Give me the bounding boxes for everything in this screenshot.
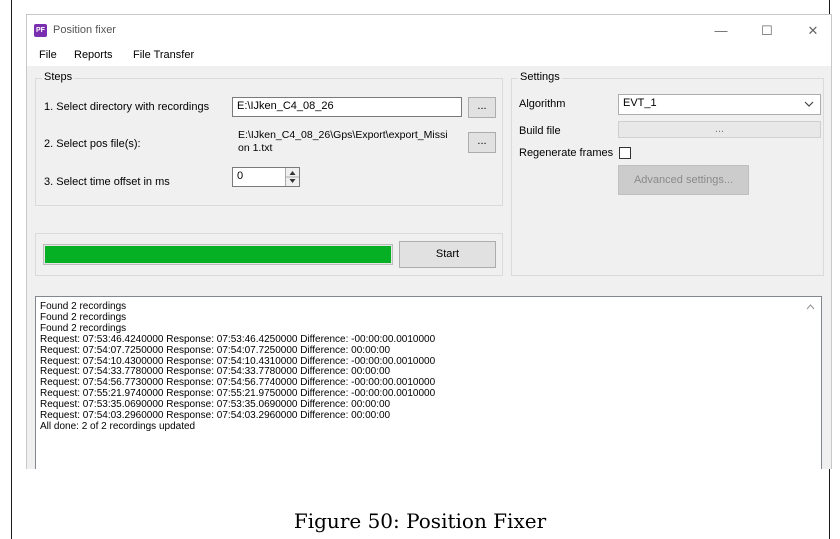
pos-file-path-line2: on 1.txt bbox=[238, 142, 273, 154]
stepper-arrows-icon bbox=[286, 171, 299, 183]
algorithm-label: Algorithm bbox=[519, 98, 566, 110]
steps-group: Steps 1. Select directory with recording… bbox=[35, 71, 503, 206]
page-frame-left bbox=[11, 0, 12, 539]
advanced-settings-button[interactable]: Advanced settings... bbox=[618, 165, 749, 195]
step2-label: 2. Select pos file(s): bbox=[44, 138, 141, 150]
start-button[interactable]: Start bbox=[399, 241, 496, 268]
regenerate-frames-label: Regenerate frames bbox=[519, 147, 614, 159]
minimize-button[interactable]: — bbox=[709, 21, 733, 41]
menu-file-transfer[interactable]: File Transfer bbox=[133, 49, 194, 61]
pos-file-path-line1: E:\IJken_C4_08_26\Gps\Export\export_Miss… bbox=[238, 129, 448, 141]
log-line: Request: 07:54:07.7250000 Response: 07:5… bbox=[40, 344, 391, 356]
menu-bar: File Reports File Transfer bbox=[27, 46, 831, 66]
build-file-label: Build file bbox=[519, 125, 561, 137]
log-output[interactable]: Found 2 recordings Found 2 recordings Foun… bbox=[35, 296, 822, 469]
title-bar: PF Position fixer — ☐ ✕ bbox=[27, 15, 831, 46]
browse-directory-button[interactable]: ... bbox=[468, 97, 496, 118]
settings-group-label: Settings bbox=[518, 71, 562, 83]
algorithm-select[interactable]: EVT_1 bbox=[618, 94, 821, 115]
window-title: Position fixer bbox=[53, 24, 116, 36]
run-group: Start bbox=[35, 233, 503, 276]
step3-label: 3. Select time offset in ms bbox=[44, 176, 170, 188]
steps-group-label: Steps bbox=[42, 71, 75, 83]
app-window: PF Position fixer — ☐ ✕ File Reports Fil… bbox=[26, 14, 832, 469]
maximize-button[interactable]: ☐ bbox=[755, 21, 779, 41]
time-offset-stepper[interactable] bbox=[285, 168, 299, 186]
regenerate-frames-checkbox[interactable] bbox=[619, 147, 631, 159]
log-line: All done: 2 of 2 recordings updated bbox=[40, 420, 196, 432]
algorithm-selected-value: EVT_1 bbox=[623, 97, 657, 109]
chevron-down-icon bbox=[804, 101, 814, 107]
figure-caption: Figure 50: Position Fixer bbox=[293, 509, 547, 533]
progress-bar-fill bbox=[45, 246, 391, 263]
recordings-directory-field[interactable]: E:\IJken_C4_08_26 bbox=[232, 97, 462, 117]
app-logo-icon: PF bbox=[34, 24, 47, 37]
menu-file[interactable]: File bbox=[39, 49, 57, 61]
time-offset-value: 0 bbox=[237, 170, 244, 182]
menu-reports[interactable]: Reports bbox=[74, 49, 113, 61]
log-lines: Found 2 recordings Found 2 recordings Foun… bbox=[40, 301, 436, 433]
browse-pos-file-button[interactable]: ... bbox=[468, 132, 496, 153]
settings-group: Settings Algorithm EVT_1 Build file ... … bbox=[511, 71, 824, 276]
step1-label: 1. Select directory with recordings bbox=[44, 101, 210, 113]
scroll-up-icon[interactable] bbox=[806, 304, 815, 310]
progress-bar bbox=[43, 244, 393, 265]
build-file-button[interactable]: ... bbox=[618, 121, 821, 138]
log-line: Request: 07:53:46.4240000 Response: 07:5… bbox=[40, 333, 436, 345]
close-button[interactable]: ✕ bbox=[801, 21, 825, 41]
